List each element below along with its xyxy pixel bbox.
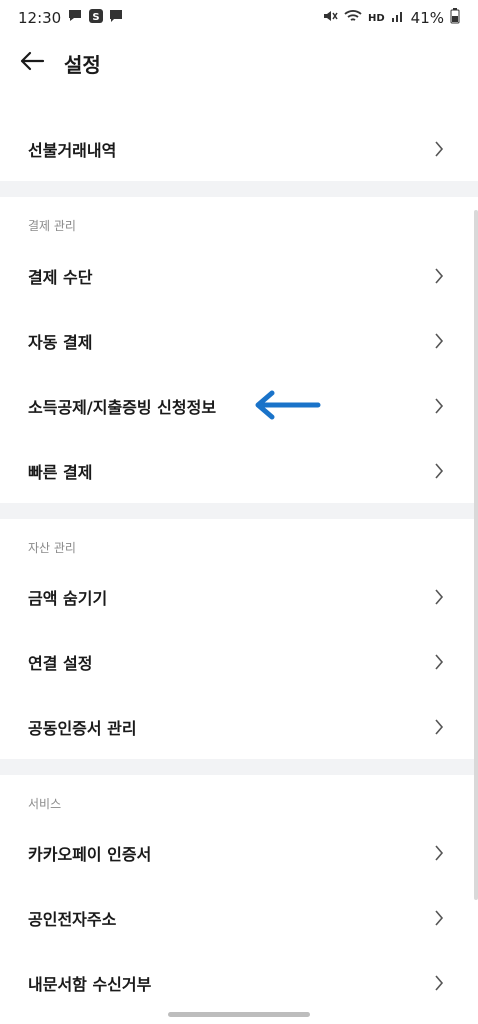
battery-icon (450, 8, 460, 28)
chevron-right-icon (434, 397, 444, 415)
chat-bubble-icon (67, 9, 83, 27)
s-app-icon: S (89, 9, 104, 27)
list-item-label: 카카오페이 인증서 (28, 845, 152, 864)
chevron-right-icon (434, 267, 444, 285)
mute-icon (322, 9, 338, 27)
wifi-icon (344, 9, 362, 27)
app-bar: 설정 (0, 36, 478, 90)
scrollbar[interactable] (474, 210, 478, 900)
section-header-services: 서비스 (28, 797, 62, 811)
status-bar: 12:30 S HD 41% (0, 0, 478, 36)
list-item-label: 공동인증서 관리 (28, 719, 137, 738)
list-item-official-e-address[interactable]: 공인전자주소 (0, 886, 478, 950)
arrow-left-icon (19, 51, 45, 75)
chevron-right-icon (434, 909, 444, 927)
battery-percent: 41% (410, 9, 444, 27)
list-item-connection-settings[interactable]: 연결 설정 (0, 630, 478, 694)
chevron-right-icon (434, 140, 444, 158)
status-bar-left: 12:30 S (18, 9, 123, 27)
list-item-document-reject[interactable]: 내문서함 수신거부 (0, 951, 478, 1015)
section-header-assets: 자산 관리 (28, 541, 76, 555)
section-divider (0, 503, 478, 519)
chevron-right-icon (434, 718, 444, 736)
list-item-label: 내문서함 수신거부 (28, 975, 152, 994)
section-divider (0, 181, 478, 197)
list-item-certificate-management[interactable]: 공동인증서 관리 (0, 695, 478, 759)
section-divider (0, 759, 478, 775)
list-item-label: 빠른 결제 (28, 463, 93, 482)
status-bar-right: HD 41% (322, 8, 460, 28)
list-item-auto-payment[interactable]: 자동 결제 (0, 309, 478, 373)
signal-icon (391, 9, 405, 27)
message-icon (109, 9, 123, 27)
list-item-income-deduction[interactable]: 소득공제/지출증빙 신청정보 (0, 374, 478, 438)
list-item-label: 결제 수단 (28, 268, 93, 287)
list-item-label: 자동 결제 (28, 333, 93, 352)
list-item-label: 소득공제/지출증빙 신청정보 (28, 398, 217, 417)
back-button[interactable] (0, 36, 64, 90)
list-item-quick-payment[interactable]: 빠른 결제 (0, 439, 478, 503)
list-item-label: 연결 설정 (28, 654, 93, 673)
list-item-prepaid-history[interactable]: 선불거래내역 (0, 117, 478, 181)
chevron-right-icon (434, 462, 444, 480)
list-item-label: 금액 숨기기 (28, 589, 108, 608)
list-item-label: 선불거래내역 (28, 141, 117, 160)
list-item-hide-amount[interactable]: 금액 숨기기 (0, 565, 478, 629)
section-header-payment: 결제 관리 (28, 219, 76, 233)
hd-voice-label: HD (367, 12, 385, 24)
chevron-right-icon (434, 332, 444, 350)
page-title: 설정 (64, 52, 101, 77)
chevron-right-icon (434, 653, 444, 671)
chevron-right-icon (434, 844, 444, 862)
home-indicator[interactable] (168, 1012, 310, 1017)
chevron-right-icon (434, 974, 444, 992)
chevron-right-icon (434, 588, 444, 606)
status-time: 12:30 (18, 9, 62, 27)
list-item-kakaopay-certificate[interactable]: 카카오페이 인증서 (0, 821, 478, 885)
list-item-label: 공인전자주소 (28, 910, 117, 929)
list-item-payment-method[interactable]: 결제 수단 (0, 244, 478, 308)
svg-text:S: S (93, 12, 100, 23)
annotation-arrow-icon (252, 390, 322, 428)
